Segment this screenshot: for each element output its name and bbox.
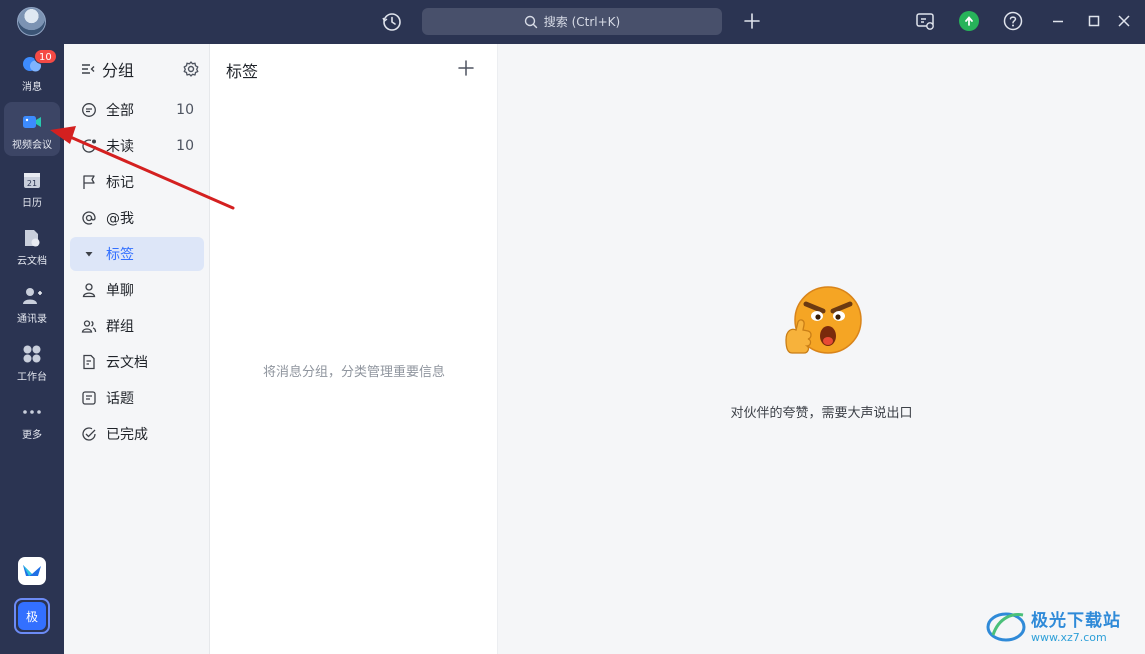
group-item-label: 标记 — [106, 175, 134, 191]
group-item-label: 全部 — [106, 103, 134, 119]
unread-icon — [82, 139, 96, 153]
person-icon — [82, 283, 96, 298]
minimize-icon[interactable] — [1047, 10, 1069, 32]
flag-icon — [83, 175, 95, 189]
search-icon — [524, 15, 537, 28]
tags-panel: 标签 将消息分组，分类管理重要信息 — [210, 44, 498, 654]
profile-avatar-label: 极 — [18, 602, 46, 630]
rail-item-calendar[interactable]: 21 日历 — [4, 160, 60, 214]
calendar-icon: 21 — [24, 173, 40, 188]
group-item-tags[interactable]: 标签 — [70, 237, 204, 271]
help-icon[interactable] — [1002, 10, 1024, 32]
angry-thumbs-up-emoji-icon — [785, 286, 862, 354]
check-circle-icon — [82, 427, 96, 441]
watermark: 极光下载站 www.xz7.com — [985, 600, 1140, 650]
group-item-count: 10 — [176, 138, 194, 154]
group-item-done[interactable]: 已完成 — [70, 417, 204, 451]
rail-item-workbench[interactable]: 工作台 — [4, 334, 60, 388]
rail-item-contacts[interactable]: 通讯录 — [4, 276, 60, 330]
video-camera-icon — [23, 116, 41, 128]
rail-item-label: 日历 — [22, 198, 42, 209]
rail-item-video-meeting[interactable]: 视频会议 — [4, 102, 60, 156]
group-item-direct-chats[interactable]: 单聊 — [70, 273, 204, 307]
add-tag-icon[interactable] — [456, 58, 476, 78]
document-icon — [25, 230, 40, 247]
main-empty-area: 对伙伴的夸赞，需要大声说出口 — [498, 44, 1145, 654]
history-icon[interactable] — [381, 11, 403, 33]
group-item-label: 未读 — [106, 139, 134, 155]
group-item-label: 标签 — [106, 247, 134, 263]
close-icon[interactable] — [1113, 10, 1135, 32]
rail-item-messages[interactable]: 消息 10 — [4, 44, 60, 98]
user-avatar[interactable] — [17, 7, 46, 36]
group-item-label: 群组 — [106, 319, 134, 335]
apps-grid-icon — [23, 345, 41, 363]
rail-item-more[interactable]: 更多 — [4, 392, 60, 446]
watermark-name: 极光下载站 — [1031, 611, 1121, 631]
upgrade-icon[interactable] — [959, 11, 979, 31]
rail-item-docs[interactable]: 云文档 — [4, 218, 60, 272]
collapse-list-icon[interactable] — [80, 61, 96, 77]
app-logo-icon — [23, 565, 41, 576]
svg-text:21: 21 — [27, 179, 37, 188]
main-empty-text: 对伙伴的夸赞，需要大声说出口 — [730, 406, 913, 421]
notification-settings-icon[interactable] — [914, 10, 936, 32]
chat-bubble-icon — [82, 103, 96, 117]
group-item-mentions[interactable]: @我 — [70, 201, 204, 235]
rail-item-label: 视频会议 — [12, 140, 52, 151]
maximize-icon[interactable] — [1083, 10, 1105, 32]
groups-panel: 分组 全部 10 未读 10 标记 @我 标签 单聊 群组 云文档 话题 已完成 — [64, 44, 210, 654]
group-item-topics[interactable]: 话题 — [70, 381, 204, 415]
document-icon — [83, 354, 95, 370]
profile-avatar[interactable]: 极 — [14, 598, 50, 634]
tags-title: 标签 — [226, 62, 259, 81]
rail-item-label: 消息 — [22, 82, 42, 93]
group-item-label: 单聊 — [106, 283, 134, 299]
watermark-logo-icon — [986, 612, 1026, 642]
contacts-icon — [23, 288, 42, 304]
group-item-label: 云文档 — [106, 355, 148, 371]
watermark-url: www.xz7.com — [1031, 631, 1107, 644]
topic-icon — [82, 391, 96, 405]
group-item-unread[interactable]: 未读 10 — [70, 129, 204, 163]
at-icon — [82, 211, 96, 225]
group-item-flagged[interactable]: 标记 — [70, 165, 204, 199]
group-item-label: @我 — [106, 211, 134, 227]
app-shortcut[interactable] — [18, 557, 46, 585]
rail-item-label: 云文档 — [17, 256, 47, 267]
create-plus-icon[interactable] — [741, 10, 763, 32]
left-rail: 消息 10 视频会议 21 日历 云文档 通讯录 工作台 更多 极 — [0, 44, 64, 654]
group-item-label: 话题 — [106, 391, 134, 407]
group-item-group-chats[interactable]: 群组 — [70, 309, 204, 343]
group-item-docs[interactable]: 云文档 — [70, 345, 204, 379]
caret-down-icon — [85, 252, 93, 257]
rail-item-label: 通讯录 — [17, 314, 47, 325]
group-item-label: 已完成 — [106, 427, 148, 443]
groups-title: 分组 — [102, 61, 135, 80]
title-bar: 搜索 (Ctrl+K) — [0, 0, 1145, 44]
groups-header: 分组 — [80, 58, 200, 80]
group-item-count: 10 — [176, 102, 194, 118]
rail-item-label: 更多 — [22, 430, 42, 441]
group-item-all[interactable]: 全部 10 — [70, 93, 204, 127]
rail-item-label: 工作台 — [17, 372, 47, 383]
unread-badge: 10 — [34, 49, 57, 64]
search-box[interactable]: 搜索 (Ctrl+K) — [422, 8, 722, 35]
more-dots-icon — [23, 410, 41, 414]
tags-empty-hint: 将消息分组，分类管理重要信息 — [262, 365, 445, 380]
search-placeholder: 搜索 (Ctrl+K) — [543, 15, 621, 29]
people-icon — [81, 320, 97, 333]
gear-icon[interactable] — [182, 60, 200, 78]
